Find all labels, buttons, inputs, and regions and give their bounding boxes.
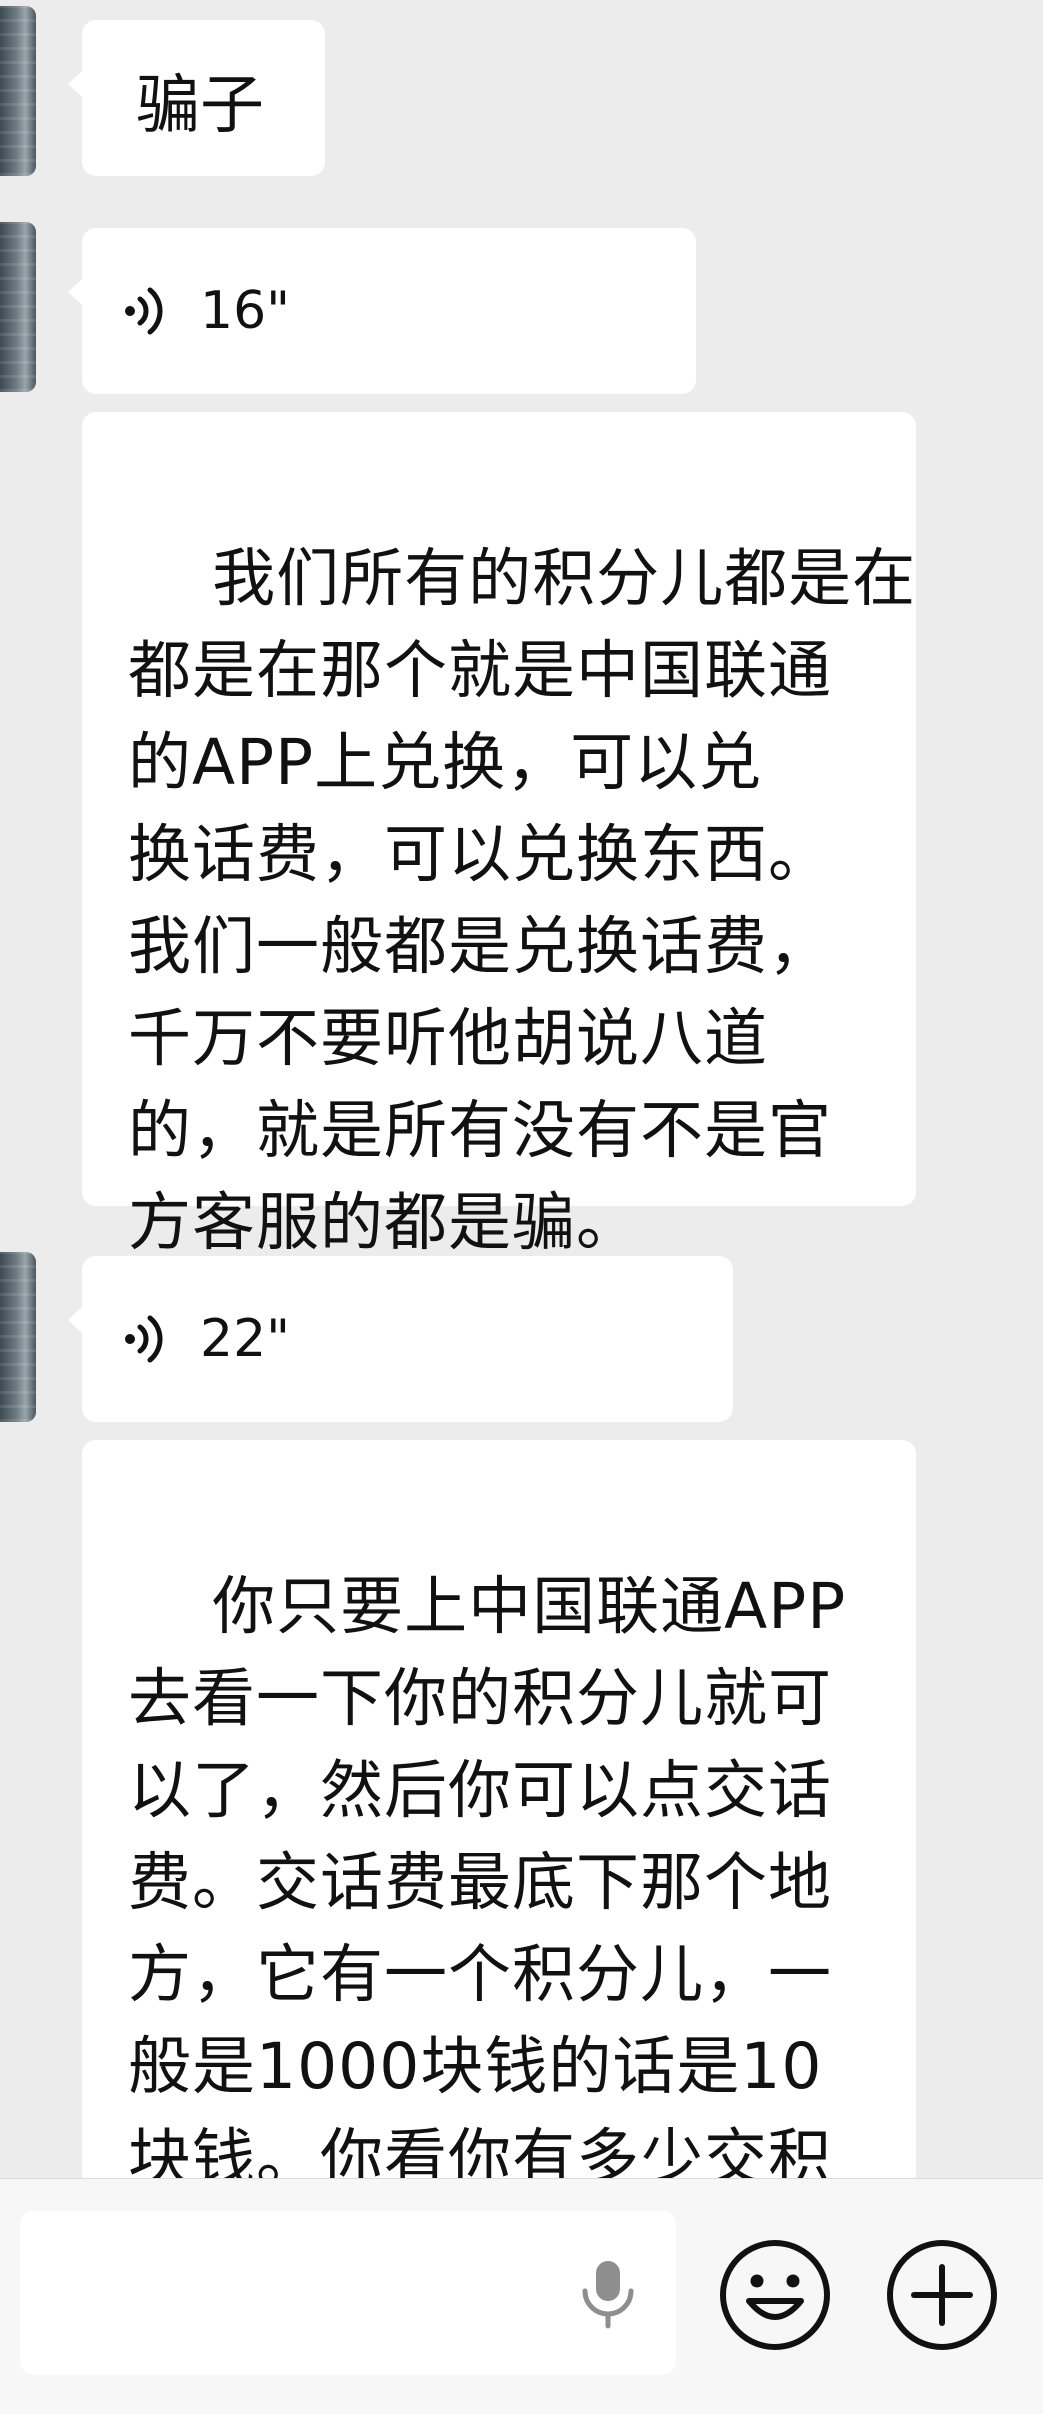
- voice-message-bubble[interactable]: 22": [68, 1256, 733, 1422]
- voice-wave-icon: [125, 287, 163, 335]
- contact-avatar[interactable]: [0, 222, 36, 392]
- voice-duration: 16": [200, 281, 291, 341]
- voice-wave-icon: [125, 1315, 163, 1363]
- message-bubble-text[interactable]: 我们所有的积分儿都是在 都是在那个就是中国联通 的APP上兑换，可以兑 换话费，…: [82, 412, 916, 1259]
- emoji-icon[interactable]: [717, 2237, 833, 2353]
- message-input[interactable]: [20, 2211, 676, 2375]
- input-toolbar: [0, 2178, 1043, 2414]
- message-text: 我们所有的积分儿都是在 都是在那个就是中国联通 的APP上兑换，可以兑 换话费，…: [128, 542, 917, 1259]
- contact-avatar[interactable]: [0, 1252, 36, 1422]
- voice-message-bubble[interactable]: 16": [68, 228, 696, 394]
- message-bubble-text[interactable]: 你只要上中国联通APP 去看一下你的积分儿就可 以了，然后你可以点交话 费。交话…: [82, 1440, 916, 2178]
- plus-icon[interactable]: [884, 2237, 1000, 2353]
- contact-avatar[interactable]: [0, 6, 36, 176]
- message-bubble-text[interactable]: 骗子: [68, 20, 325, 176]
- message-text: 你只要上中国联通APP 去看一下你的积分儿就可 以了，然后你可以点交话 费。交话…: [128, 1570, 847, 2178]
- microphone-icon[interactable]: [568, 2253, 648, 2333]
- voice-duration: 22": [200, 1309, 291, 1369]
- message-text: 骗子: [136, 69, 264, 143]
- chat-message-list[interactable]: 骗子 16" 我们所有的积分儿都是在 都是在那个就是中国联通 的APP上兑换，可…: [0, 0, 1043, 2178]
